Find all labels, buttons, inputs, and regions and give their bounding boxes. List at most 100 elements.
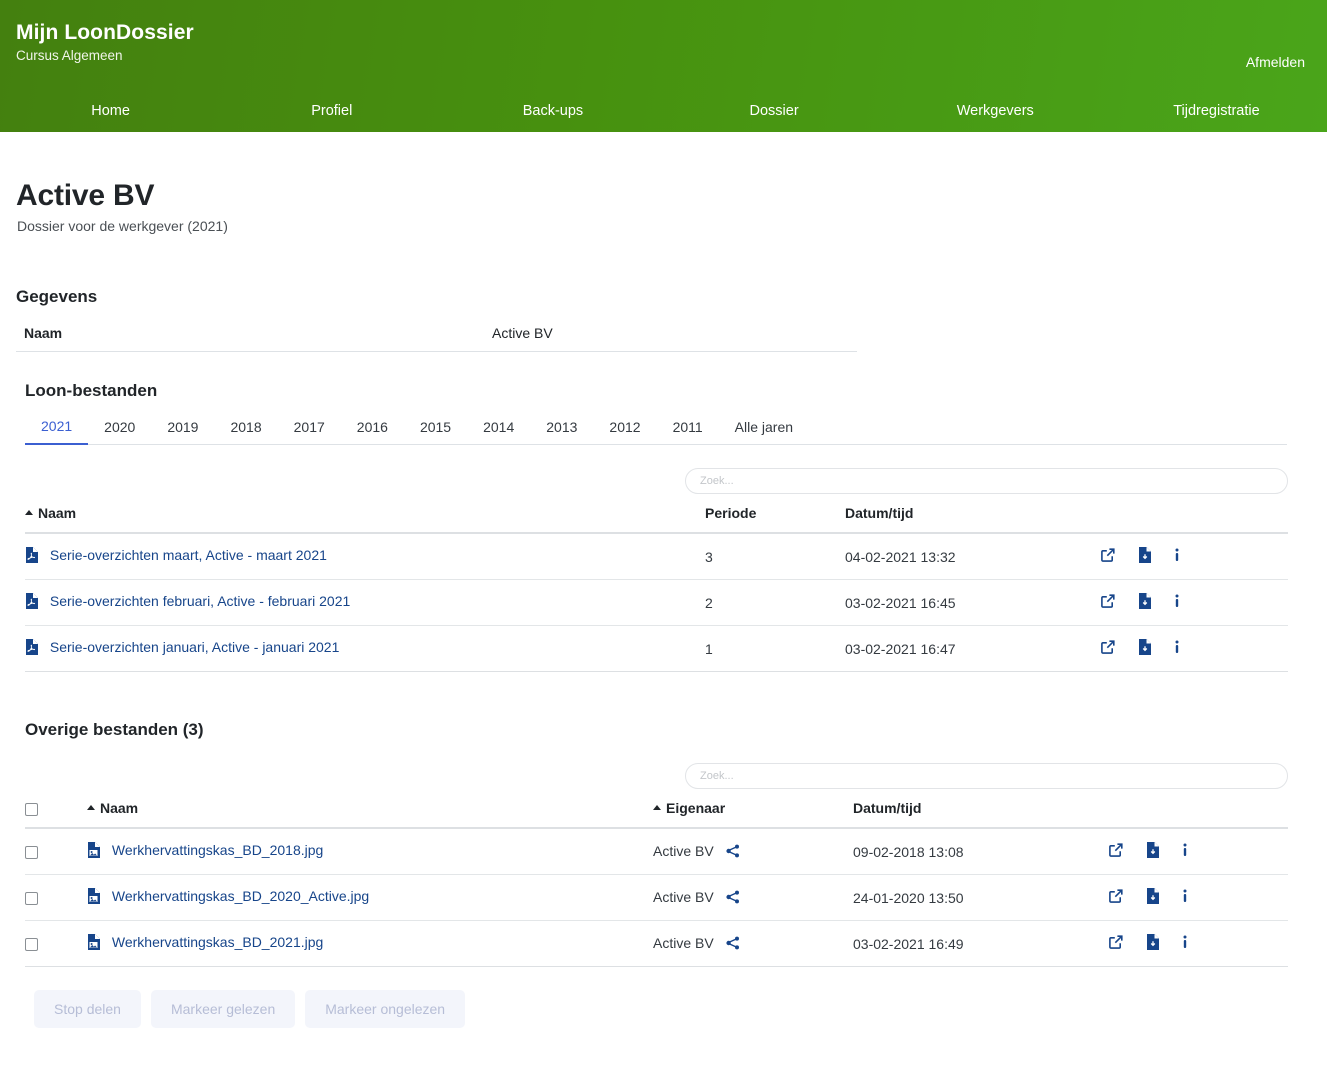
column-header-naam[interactable]: Naam xyxy=(87,800,653,829)
download-file-icon[interactable] xyxy=(1138,639,1152,658)
nav-item-profiel[interactable]: Profiel xyxy=(221,90,442,132)
brand-title: Mijn LoonDossier xyxy=(16,21,194,44)
nav-item-home[interactable]: Home xyxy=(0,90,221,132)
tab-year-2011[interactable]: 2011 xyxy=(657,415,719,444)
sort-ascending-icon xyxy=(87,805,95,810)
table-row: Werkhervattingskas_BD_2020_Active.jpg Ac… xyxy=(25,874,1288,921)
cell-periode: 2 xyxy=(705,579,845,626)
open-external-icon[interactable] xyxy=(1100,593,1116,612)
share-icon[interactable] xyxy=(725,936,740,953)
loon-bestanden-section: Loon-bestanden 2021 2020 2019 2018 2017 … xyxy=(16,352,1311,672)
cell-naam: Werkhervattingskas_BD_2018.jpg xyxy=(87,828,653,875)
info-icon[interactable] xyxy=(1182,888,1188,907)
file-link[interactable]: Werkhervattingskas_BD_2018.jpg xyxy=(112,842,323,858)
loon-search-input[interactable] xyxy=(685,468,1288,494)
logout-link[interactable]: Afmelden xyxy=(1246,54,1305,70)
brand-block: Mijn LoonDossier Cursus Algemeen xyxy=(16,21,194,64)
cell-datum: 03-02-2021 16:47 xyxy=(845,625,1100,672)
tab-year-2017[interactable]: 2017 xyxy=(278,415,341,444)
open-external-icon[interactable] xyxy=(1100,547,1116,566)
share-icon[interactable] xyxy=(725,844,740,861)
overige-bestanden-heading: Overige bestanden (3) xyxy=(25,720,204,739)
select-all-checkbox[interactable] xyxy=(25,802,38,816)
column-header-periode[interactable]: Periode xyxy=(705,505,845,534)
pdf-file-icon xyxy=(25,547,38,566)
cell-datum: 04-02-2021 13:32 xyxy=(845,533,1100,580)
eigenaar-value: Active BV xyxy=(653,888,714,905)
open-external-icon[interactable] xyxy=(1108,888,1124,907)
file-link[interactable]: Werkhervattingskas_BD_2021.jpg xyxy=(112,934,323,950)
loon-bestanden-heading: Loon-bestanden xyxy=(25,381,158,400)
download-file-icon[interactable] xyxy=(1138,593,1152,612)
download-file-icon[interactable] xyxy=(1146,934,1160,953)
cell-naam: Werkhervattingskas_BD_2021.jpg xyxy=(87,920,653,967)
cell-datum: 24-01-2020 13:50 xyxy=(853,874,1108,921)
share-icon[interactable] xyxy=(725,890,740,907)
info-icon[interactable] xyxy=(1182,934,1188,953)
column-header-select-all[interactable] xyxy=(25,800,87,829)
cell-actions xyxy=(1108,920,1288,967)
cell-actions xyxy=(1108,828,1288,875)
markeer-gelezen-button[interactable]: Markeer gelezen xyxy=(150,990,296,1028)
column-header-eigenaar[interactable]: Eigenaar xyxy=(653,800,853,829)
tab-year-2019[interactable]: 2019 xyxy=(151,415,214,444)
column-header-datum[interactable]: Datum/tijd xyxy=(845,505,1100,534)
overige-search-input[interactable] xyxy=(685,763,1288,789)
tab-year-2021[interactable]: 2021 xyxy=(25,414,89,445)
tab-year-2013[interactable]: 2013 xyxy=(530,415,593,444)
file-link[interactable]: Serie-overzichten maart, Active - maart … xyxy=(50,547,327,563)
markeer-ongelezen-button[interactable]: Markeer ongelezen xyxy=(305,990,466,1028)
cell-select xyxy=(25,874,87,921)
cell-naam: Serie-overzichten maart, Active - maart … xyxy=(25,533,705,580)
nav-item-werkgevers[interactable]: Werkgevers xyxy=(885,90,1106,132)
info-icon[interactable] xyxy=(1174,547,1180,566)
nav-item-back-ups[interactable]: Back-ups xyxy=(442,90,663,132)
tab-year-2020[interactable]: 2020 xyxy=(88,415,151,444)
open-external-icon[interactable] xyxy=(1108,934,1124,953)
column-header-naam[interactable]: Naam xyxy=(25,505,705,534)
nav-item-dossier[interactable]: Dossier xyxy=(664,90,885,132)
overige-bestanden-section: Overige bestanden (3) Naam Eigenaar xyxy=(16,672,1311,1028)
tab-year-2014[interactable]: 2014 xyxy=(467,415,530,444)
column-header-datum[interactable]: Datum/tijd xyxy=(853,800,1108,829)
download-file-icon[interactable] xyxy=(1146,888,1160,907)
table-row: Serie-overzichten februari, Active - feb… xyxy=(25,579,1288,626)
file-link[interactable]: Werkhervattingskas_BD_2020_Active.jpg xyxy=(112,888,369,904)
stop-delen-button[interactable]: Stop delen xyxy=(34,990,141,1028)
cell-actions xyxy=(1100,625,1288,672)
download-file-icon[interactable] xyxy=(1146,842,1160,861)
open-external-icon[interactable] xyxy=(1108,842,1124,861)
column-header-eigenaar-label: Eigenaar xyxy=(666,800,726,816)
info-icon[interactable] xyxy=(1182,842,1188,861)
file-link[interactable]: Serie-overzichten februari, Active - feb… xyxy=(50,593,350,609)
download-file-icon[interactable] xyxy=(1138,547,1152,566)
cell-select xyxy=(25,828,87,875)
table-row: Werkhervattingskas_BD_2018.jpg Active BV… xyxy=(25,828,1288,875)
info-icon[interactable] xyxy=(1174,639,1180,658)
cell-periode: 1 xyxy=(705,625,845,672)
site-header: Mijn LoonDossier Cursus Algemeen Afmelde… xyxy=(0,0,1327,132)
tab-year-alle-jaren[interactable]: Alle jaren xyxy=(719,415,809,444)
tab-year-2015[interactable]: 2015 xyxy=(404,415,467,444)
sort-ascending-icon xyxy=(653,805,661,810)
info-icon[interactable] xyxy=(1174,593,1180,612)
row-checkbox[interactable] xyxy=(25,938,38,952)
pdf-file-icon xyxy=(25,593,38,612)
loon-search-row xyxy=(25,468,1288,494)
tab-year-2016[interactable]: 2016 xyxy=(341,415,404,444)
nav-item-tijdregistratie[interactable]: Tijdregistratie xyxy=(1106,90,1327,132)
row-checkbox[interactable] xyxy=(25,846,38,860)
file-link[interactable]: Serie-overzichten januari, Active - janu… xyxy=(50,639,340,655)
cell-actions xyxy=(1100,533,1288,580)
gegevens-heading: Gegevens xyxy=(16,287,98,306)
open-external-icon[interactable] xyxy=(1100,639,1116,658)
cell-eigenaar: Active BV xyxy=(653,828,853,875)
tab-year-2012[interactable]: 2012 xyxy=(593,415,656,444)
column-header-actions xyxy=(1108,800,1288,829)
cell-actions xyxy=(1108,874,1288,921)
cell-select xyxy=(25,920,87,967)
tab-year-2018[interactable]: 2018 xyxy=(214,415,277,444)
table-row: Serie-overzichten januari, Active - janu… xyxy=(25,625,1288,672)
row-checkbox[interactable] xyxy=(25,892,38,906)
table-row: Serie-overzichten maart, Active - maart … xyxy=(25,533,1288,580)
